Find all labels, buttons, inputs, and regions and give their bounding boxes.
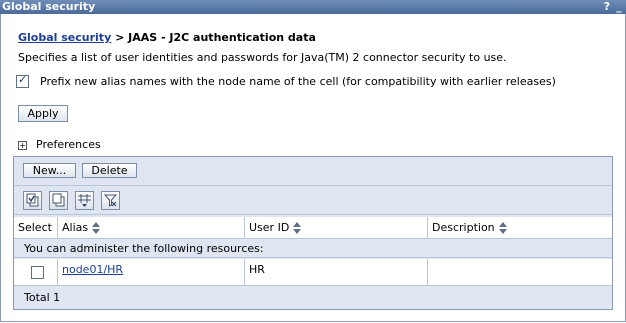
alias-link[interactable]: node01/HR: [62, 263, 123, 276]
table-total: Total 1: [14, 286, 612, 309]
prefix-alias-option: ✓ Prefix new alias names with the node n…: [16, 72, 556, 88]
column-header-label: User ID: [249, 221, 290, 234]
new-button[interactable]: New...: [23, 163, 76, 178]
row-select-checkbox[interactable]: [31, 266, 44, 279]
apply-button[interactable]: Apply: [18, 105, 68, 122]
breadcrumb-link-global-security[interactable]: Global security: [18, 31, 111, 44]
column-header-label: Select: [18, 221, 52, 234]
delete-button[interactable]: Delete: [82, 163, 137, 178]
user-id-cell: HR: [245, 259, 428, 285]
column-header-select: Select: [14, 217, 58, 238]
icon-toolbar: [14, 186, 612, 215]
button-toolbar: New... Delete: [14, 157, 612, 186]
column-header-user-id[interactable]: User ID: [245, 217, 428, 238]
prefix-alias-checkbox[interactable]: ✓: [16, 72, 29, 88]
sort-icon[interactable]: [293, 222, 302, 234]
help-icon[interactable]: ?: [602, 0, 612, 14]
resources-info-row: You can administer the following resourc…: [14, 239, 612, 258]
prefix-alias-label: Prefix new alias names with the node nam…: [40, 75, 556, 88]
window-title: Global security: [2, 0, 96, 13]
clear-filter-icon[interactable]: [101, 191, 120, 210]
select-cell: [14, 259, 58, 285]
collection-table-panel: New... Delete Select Alias User ID Descr…: [13, 156, 613, 310]
description-cell: [428, 259, 612, 285]
breadcrumb-separator: >: [111, 31, 129, 44]
table-header: Select Alias User ID Description: [14, 217, 612, 239]
column-header-label: Description: [432, 221, 495, 234]
window-title-bar: Global security ? _: [0, 0, 626, 14]
preferences-label: Preferences: [36, 138, 101, 151]
column-header-description[interactable]: Description: [428, 217, 612, 238]
breadcrumb: Global security > JAAS - J2C authenticat…: [18, 31, 316, 44]
sort-icon[interactable]: [92, 222, 101, 234]
select-all-icon[interactable]: [23, 191, 42, 210]
expand-plus-icon[interactable]: +: [18, 140, 27, 150]
alias-cell: node01/HR: [58, 259, 245, 285]
breadcrumb-current: JAAS - J2C authentication data: [128, 31, 316, 44]
checkmark-icon: ✓: [18, 72, 28, 86]
column-header-label: Alias: [62, 221, 89, 234]
column-header-alias[interactable]: Alias: [58, 217, 245, 238]
sort-icon[interactable]: [498, 222, 507, 234]
minimize-icon[interactable]: _: [614, 0, 624, 14]
page-description: Specifies a list of user identities and …: [18, 51, 507, 64]
table-row: node01/HR HR: [14, 259, 612, 286]
preferences-toggle[interactable]: + Preferences: [18, 138, 101, 151]
show-filter-icon[interactable]: [75, 191, 94, 210]
deselect-all-icon[interactable]: [49, 191, 68, 210]
